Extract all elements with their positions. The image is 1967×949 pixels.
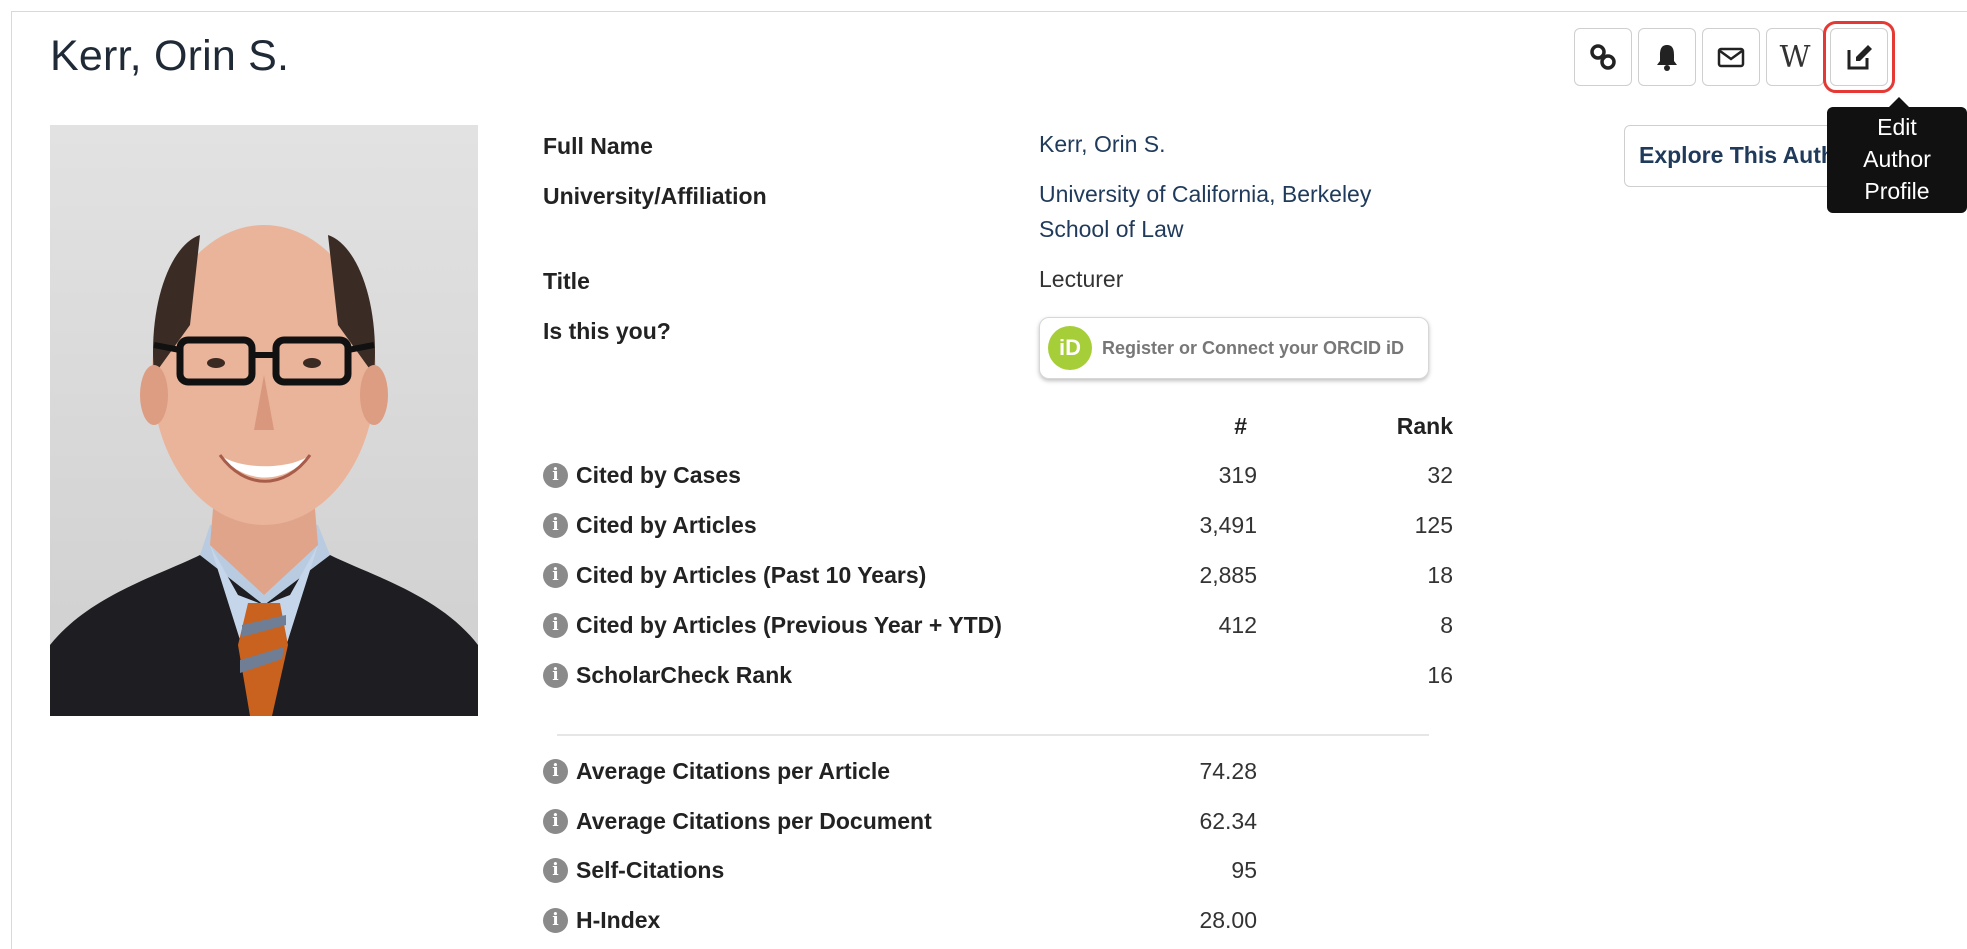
info-icon[interactable]: i <box>543 463 568 488</box>
wikipedia-button[interactable]: W <box>1766 28 1824 86</box>
metric-row: i Cited by Cases 319 32 <box>543 462 1453 502</box>
full-name-label: Full Name <box>543 133 653 159</box>
metrics-divider <box>557 734 1429 736</box>
info-icon[interactable]: i <box>543 663 568 688</box>
metric-count: 28.00 <box>1199 907 1257 933</box>
info-icon[interactable]: i <box>543 759 568 784</box>
title-value: Lecturer <box>1039 266 1124 292</box>
tooltip-line: Profile <box>1864 178 1930 204</box>
info-icon[interactable]: i <box>543 613 568 638</box>
info-icon[interactable]: i <box>543 513 568 538</box>
metric-row: i Average Citations per Article 74.28 <box>543 758 1453 798</box>
metric-rank: 16 <box>1427 662 1453 688</box>
metric-count: 74.28 <box>1199 758 1257 784</box>
rank-column-header: Rank <box>1396 413 1453 439</box>
metric-count: 3,491 <box>1199 512 1257 538</box>
author-portrait-image <box>50 125 478 716</box>
orcid-connect-button[interactable]: iD Register or Connect your ORCID iD <box>1039 317 1429 379</box>
info-icon[interactable]: i <box>543 908 568 933</box>
affiliation-label: University/Affiliation <box>543 183 767 209</box>
metric-count: 2,885 <box>1199 562 1257 588</box>
metric-row: i Cited by Articles (Past 10 Years) 2,88… <box>543 562 1453 602</box>
metric-row: i Cited by Articles (Previous Year + YTD… <box>543 612 1453 652</box>
email-button[interactable] <box>1702 28 1760 86</box>
edit-author-profile-button[interactable] <box>1823 21 1895 93</box>
info-icon[interactable]: i <box>543 858 568 883</box>
copy-link-button[interactable] <box>1574 28 1632 86</box>
metric-label-text: Average Citations per Document <box>576 808 932 834</box>
info-icon[interactable]: i <box>543 809 568 834</box>
metric-row: i Average Citations per Document 62.34 <box>543 808 1453 848</box>
metric-rank: 8 <box>1440 612 1453 638</box>
author-photo <box>50 125 478 716</box>
edit-profile-tooltip: Edit Author Profile <box>1827 97 1967 213</box>
full-name-value[interactable]: Kerr, Orin S. <box>1039 127 1166 162</box>
affiliation-line: University of California, Berkeley <box>1039 181 1372 207</box>
metric-label-text: H-Index <box>576 907 661 933</box>
orcid-button-label: Register or Connect your ORCID iD <box>1102 337 1405 358</box>
info-icon[interactable]: i <box>543 563 568 588</box>
metric-row: i H-Index 28.00 <box>543 907 1453 947</box>
title-label: Title <box>543 268 590 294</box>
metric-count: 412 <box>1218 612 1257 638</box>
metric-rank: 125 <box>1414 512 1453 538</box>
metric-label: i Self-Citations <box>543 857 724 884</box>
metric-label: i H-Index <box>543 907 660 934</box>
metric-row: i ScholarCheck Rank 16 <box>543 662 1453 702</box>
metric-label: i Cited by Articles <box>543 512 757 539</box>
metric-count: 319 <box>1218 462 1257 488</box>
count-column-header: # <box>1234 413 1247 439</box>
affiliation-line: School of Law <box>1039 216 1184 242</box>
metric-label: i Cited by Articles (Previous Year + YTD… <box>543 612 1002 639</box>
metric-label: i ScholarCheck Rank <box>543 662 792 689</box>
metric-row: i Cited by Articles 3,491 125 <box>543 512 1453 552</box>
orcid-icon: iD <box>1048 326 1092 370</box>
metric-label-text: Cited by Articles <box>576 512 757 538</box>
metric-label-text: ScholarCheck Rank <box>576 662 793 688</box>
metric-label: i Cited by Articles (Past 10 Years) <box>543 562 926 589</box>
metric-label: i Cited by Cases <box>543 462 741 489</box>
metric-rank: 32 <box>1427 462 1453 488</box>
author-toolbar: W <box>1574 21 1895 93</box>
metric-label-text: Cited by Cases <box>576 462 741 488</box>
metric-label-text: Cited by Articles (Past 10 Years) <box>576 562 927 588</box>
metric-rank: 18 <box>1427 562 1453 588</box>
metric-row: i Self-Citations 95 <box>543 857 1453 897</box>
metric-label: i Average Citations per Article <box>543 758 890 785</box>
alert-button[interactable] <box>1638 28 1696 86</box>
page-title: Kerr, Orin S. <box>50 32 290 80</box>
author-profile-page: Kerr, Orin S. W Edit Author Profile Expl… <box>11 11 1967 949</box>
edit-icon <box>1847 45 1872 70</box>
metric-count: 95 <box>1231 857 1257 883</box>
metric-label: i Average Citations per Document <box>543 808 932 835</box>
tooltip-line: Author <box>1863 146 1931 172</box>
affiliation-link[interactable]: University of California, Berkeley Schoo… <box>1039 177 1371 247</box>
metric-label-text: Cited by Articles (Previous Year + YTD) <box>576 612 1002 638</box>
wikipedia-icon: W <box>1779 39 1811 75</box>
metric-label-text: Self-Citations <box>576 857 725 883</box>
bell-icon <box>1657 45 1677 71</box>
is-this-you-label: Is this you? <box>543 318 671 344</box>
envelope-icon <box>1717 47 1745 68</box>
link-icon <box>1590 44 1616 70</box>
metric-count: 62.34 <box>1199 808 1257 834</box>
metric-label-text: Average Citations per Article <box>576 758 891 784</box>
tooltip-line: Edit <box>1877 114 1917 140</box>
